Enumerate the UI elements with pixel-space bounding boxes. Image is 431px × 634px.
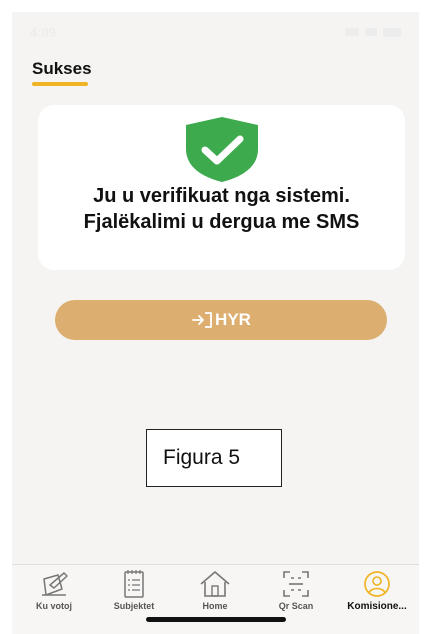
wifi-icon xyxy=(365,28,377,36)
title-underline xyxy=(32,82,88,86)
login-icon xyxy=(192,312,212,328)
status-bar: 4:09 xyxy=(12,12,419,52)
login-button-label: HYR xyxy=(215,310,251,329)
tab-bar: Ku votoj Subjektet Home Qr Scan Komision… xyxy=(12,564,419,634)
shield-check-icon xyxy=(186,117,258,182)
tab-label: Komisione... xyxy=(347,601,407,612)
success-card: Ju u verifikuat nga sistemi. Fjalëkalimi… xyxy=(38,105,405,270)
login-button[interactable]: HYR xyxy=(55,300,387,340)
user-icon xyxy=(364,571,390,597)
success-message: Ju u verifikuat nga sistemi. Fjalëkalimi… xyxy=(83,185,360,233)
tab-label: Qr Scan xyxy=(278,601,314,611)
home-icon xyxy=(200,571,230,597)
vote-icon xyxy=(42,572,68,596)
status-icons xyxy=(345,27,401,37)
qr-scan-icon xyxy=(283,571,309,597)
battery-icon xyxy=(383,27,401,37)
tab-qr-scan[interactable]: Qr Scan xyxy=(256,569,336,611)
tab-ku-votoj[interactable]: Ku votoj xyxy=(14,569,94,611)
tab-komisione[interactable]: Komisione... xyxy=(337,569,417,612)
figure-caption: Figura 5 xyxy=(146,429,282,487)
app-screen: 4:09 Sukses Ju u verifikuat nga sistemi.… xyxy=(12,12,419,634)
tab-label: Subjektet xyxy=(113,601,155,611)
signal-icon xyxy=(345,28,359,36)
tab-label: Ku votoj xyxy=(36,601,72,611)
tab-home[interactable]: Home xyxy=(175,569,255,611)
tab-label: Home xyxy=(202,601,228,611)
status-time: 4:09 xyxy=(30,24,57,40)
home-indicator xyxy=(146,617,286,622)
tab-subjektet[interactable]: Subjektet xyxy=(94,569,174,611)
page-title: Sukses xyxy=(32,59,92,78)
list-icon xyxy=(124,570,144,598)
